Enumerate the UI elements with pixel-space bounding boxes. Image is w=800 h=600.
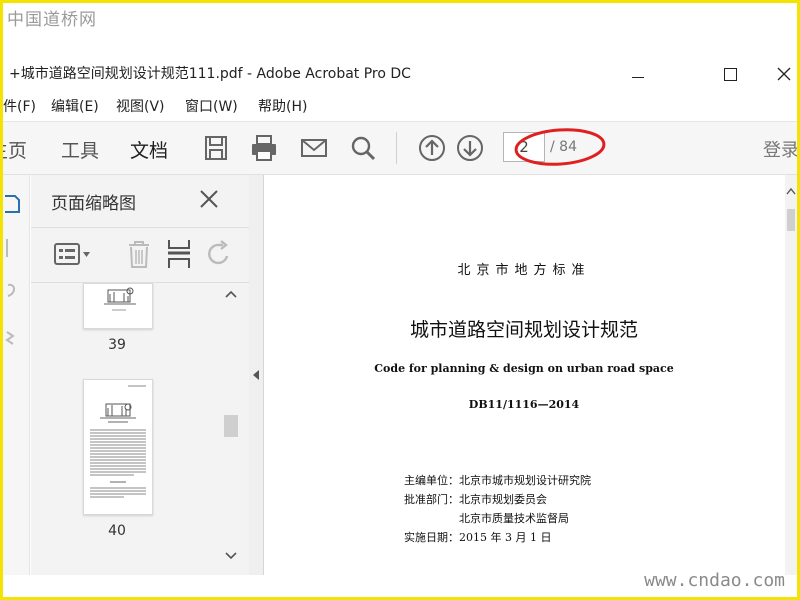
title-bar: +城市道路空间规划设计规范111.pdf - Adobe Acrobat Pro… [3, 59, 797, 89]
thumbnail-page-39[interactable] [83, 283, 153, 329]
search-icon [351, 136, 376, 161]
thumbnail-image [104, 287, 136, 311]
main-toolbar: 主页 工具 文档 / 84 登录 [3, 121, 797, 175]
tab-document[interactable]: 文档 [130, 136, 168, 163]
doc-meta-line: 北京市质量技术监督局 [404, 512, 569, 525]
doc-standard-type: 北京市地方标准 [457, 263, 591, 278]
panel-collapse-strip[interactable] [249, 175, 264, 575]
thumbnail-list: 39 40 [31, 283, 221, 575]
doc-meta-line: 批准部门：北京市规划委员会 [404, 493, 547, 506]
tab-tools[interactable]: 工具 [61, 136, 99, 163]
scroll-up-icon[interactable] [224, 289, 238, 299]
thumbnail-label: 40 [108, 523, 126, 539]
maximize-button[interactable] [707, 59, 753, 89]
bookmark-icon[interactable] [5, 237, 21, 259]
document-page-view: 北京市地方标准 城市道路空间规划设计规范 Code for planning &… [264, 175, 784, 575]
page-thumbnails-panel: 页面缩略图 39 40 [31, 175, 250, 575]
save-icon [205, 136, 227, 160]
scroll-thumb[interactable] [787, 209, 795, 231]
scroll-up-icon[interactable] [786, 187, 796, 195]
menu-view[interactable]: 视图(V) [116, 96, 165, 116]
thumbnail-scrollbar[interactable] [221, 283, 239, 575]
thumbnail-image [90, 385, 146, 498]
watermark-bottom: www.cndao.com [644, 570, 785, 591]
menu-edit[interactable]: 编辑(E) [51, 96, 99, 116]
doc-title: 城市道路空间规划设计规范 [409, 319, 638, 341]
menu-help[interactable]: 帮助(H) [258, 96, 307, 116]
panel-title: 页面缩略图 [51, 194, 136, 214]
doc-meta-line: 实施日期：2015 年 3 月 1 日 [404, 531, 552, 544]
scroll-thumb[interactable] [224, 415, 238, 437]
collapse-left-icon[interactable] [251, 369, 261, 381]
close-window-button[interactable] [761, 59, 797, 89]
page-down-icon [457, 135, 483, 161]
delete-icon[interactable] [125, 238, 153, 270]
print-button[interactable] [249, 133, 279, 163]
doc-standard-code: DB11/1116—2014 [468, 398, 580, 411]
toolbar-separator [396, 132, 397, 164]
login-button[interactable]: 登录 [763, 136, 797, 162]
watermark-top: 中国道桥网 [7, 10, 97, 30]
document-scrollbar[interactable] [785, 175, 797, 575]
close-panel-icon[interactable] [197, 187, 221, 211]
email-icon [301, 139, 327, 157]
panel-toolbar [31, 227, 249, 283]
thumbnail-options-icon[interactable] [53, 238, 93, 270]
next-page-button[interactable] [455, 133, 485, 163]
insert-icon[interactable] [165, 238, 193, 270]
minimize-icon [632, 77, 644, 78]
red-annotation-ellipse [514, 128, 606, 166]
tab-home[interactable]: 主页 [3, 136, 27, 163]
previous-page-button[interactable] [417, 133, 447, 163]
email-button[interactable] [299, 133, 329, 163]
window-title: +城市道路空间规划设计规范111.pdf - Adobe Acrobat Pro… [9, 66, 411, 82]
maximize-icon [723, 68, 737, 81]
page-thumbnails-icon[interactable] [5, 193, 21, 215]
menu-file[interactable]: 件(F) [3, 96, 36, 116]
save-button[interactable] [201, 133, 231, 163]
menu-window[interactable]: 窗口(W) [185, 96, 238, 116]
rotate-icon[interactable] [205, 238, 233, 270]
scroll-down-icon[interactable] [224, 551, 238, 561]
print-icon [252, 135, 276, 161]
thumbnail-label: 39 [108, 337, 126, 353]
minimize-button[interactable] [615, 59, 661, 89]
layers-icon[interactable] [5, 327, 21, 349]
menu-bar: 件(F) 编辑(E) 视图(V) 窗口(W) 帮助(H) [3, 91, 797, 117]
doc-meta-line: 主编单位：北京市城市规划设计研究院 [404, 474, 591, 487]
close-icon [777, 67, 791, 81]
left-navigation-rail [3, 175, 30, 575]
attachment-icon[interactable] [5, 279, 21, 301]
screenshot-frame: 中国道桥网 +城市道路空间规划设计规范111.pdf - Adobe Acrob… [0, 0, 800, 600]
page-up-icon [419, 135, 445, 161]
doc-title-english: Code for planning & design on urban road… [374, 362, 674, 375]
thumbnail-page-40[interactable] [83, 379, 153, 515]
find-button[interactable] [348, 133, 378, 163]
